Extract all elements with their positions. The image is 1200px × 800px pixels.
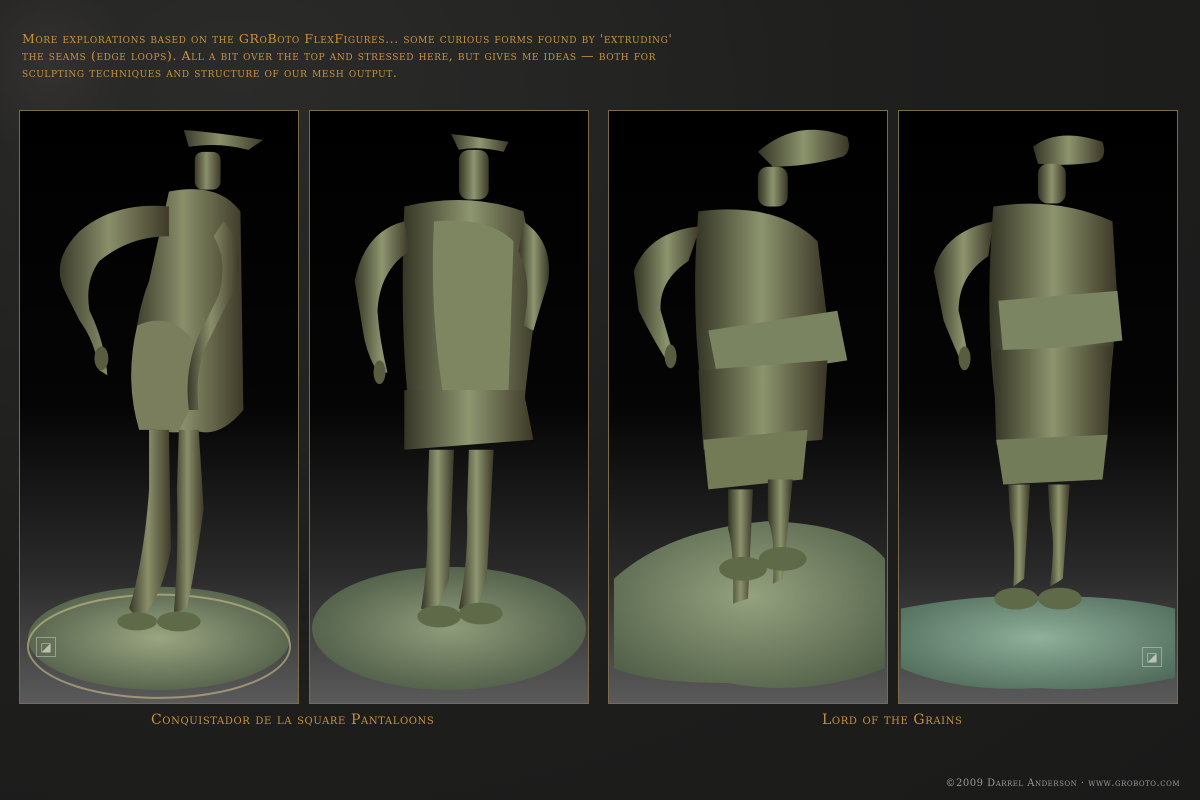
render-panel-3 [608, 110, 888, 704]
figure-render-1 [26, 129, 292, 699]
render-panel-2 [309, 110, 589, 704]
render-panel-4 [898, 110, 1178, 704]
intro-line: the seams (edge loops). All a bit over t… [22, 48, 657, 63]
render-panel-1 [19, 110, 299, 704]
intro-line: sculpting techniques and structure of ou… [22, 65, 398, 80]
intro-text: More explorations based on the GRoBoto F… [22, 30, 782, 81]
intro-line: More explorations based on the GRoBoto F… [22, 31, 673, 46]
groboto-logo-icon: ◪ [36, 637, 56, 657]
figure-render-3 [613, 129, 886, 688]
copyright-credit: ©2009 Darrel Anderson · www.groboto.com [945, 778, 1180, 789]
figure-render-2 [311, 133, 587, 690]
groboto-logo-icon: ◪ [1142, 647, 1162, 667]
figure-render-4 [900, 135, 1176, 690]
caption-left: Conquistador de la square Pantaloons [151, 712, 435, 728]
caption-right: Lord of the Grains [822, 712, 963, 728]
